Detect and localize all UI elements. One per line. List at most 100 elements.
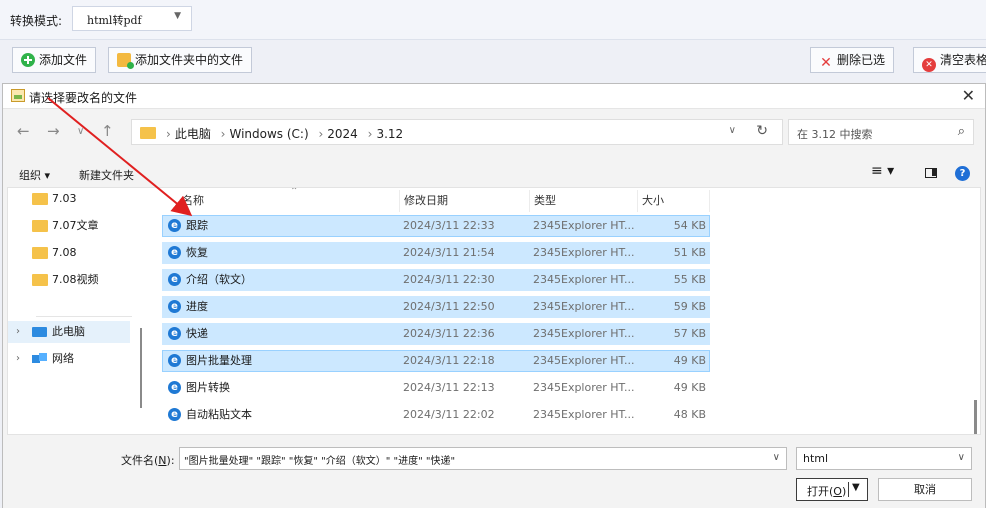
- column-header-type[interactable]: 类型: [530, 190, 638, 212]
- delete-selected-button[interactable]: ✕ 删除已选: [810, 47, 895, 73]
- tree-item-this-pc[interactable]: › 此电脑: [8, 321, 130, 343]
- file-modified: 2024/3/11 21:54: [403, 246, 495, 259]
- address-bar[interactable]: › 此电脑 › Windows (C:) › 2024 › 3.12 ∨ ↻: [131, 119, 783, 145]
- navigation-tree: 7.03 7.07文章 7.08 7.08视频 › 此电脑 › 网络: [8, 188, 146, 434]
- up-arrow-icon[interactable]: ↑: [101, 122, 114, 140]
- file-modified: 2024/3/11 22:30: [403, 273, 495, 286]
- file-row[interactable]: e 恢复 2024/3/11 21:54 2345Explorer HT... …: [162, 242, 710, 264]
- help-icon[interactable]: ?: [955, 166, 970, 181]
- toolbar: 添加文件 添加文件夹中的文件 ✕ 删除已选 ✕ 清空表格: [0, 40, 986, 80]
- organize-button[interactable]: 组织 ▾: [19, 167, 50, 183]
- delete-icon: ✕: [820, 55, 832, 71]
- file-size: 49 KB: [673, 381, 706, 394]
- tree-divider: [36, 316, 132, 317]
- html-file-icon: e: [168, 408, 181, 421]
- file-row[interactable]: e 自动粘贴文本 2024/3/11 22:02 2345Explorer HT…: [162, 404, 710, 426]
- column-header-modified[interactable]: 修改日期: [400, 190, 530, 212]
- cancel-button[interactable]: 取消: [878, 478, 972, 501]
- file-name: 跟踪: [186, 219, 208, 232]
- filetype-select[interactable]: html ∨: [796, 447, 972, 470]
- breadcrumb-3-12[interactable]: 3.12: [376, 127, 403, 141]
- column-header-name[interactable]: 名称: [162, 190, 400, 212]
- recent-chevron-icon[interactable]: ∨: [77, 126, 84, 137]
- preview-pane-icon[interactable]: [925, 168, 937, 178]
- tree-item-7-03[interactable]: 7.03: [8, 188, 130, 210]
- dialog-titlebar: 请选择要改名的文件 ✕: [3, 84, 985, 109]
- breadcrumb: › 此电脑 › Windows (C:) › 2024 › 3.12: [164, 125, 407, 142]
- file-modified: 2024/3/11 22:18: [403, 354, 495, 367]
- file-size: 55 KB: [673, 273, 706, 286]
- chevron-right-icon[interactable]: ›: [16, 348, 20, 370]
- command-bar: 组织 ▾ 新建文件夹 ≡ ▾ ?: [3, 161, 985, 187]
- file-size: 48 KB: [673, 408, 706, 421]
- filename-label-text: 文件名: [121, 454, 154, 467]
- breadcrumb-this-pc[interactable]: 此电脑: [175, 127, 211, 141]
- add-icon: [21, 53, 35, 67]
- file-type: 2345Explorer HT...: [533, 300, 635, 313]
- filename-input[interactable]: "图片批量处理" "跟踪" "恢复" "介绍（软文）" "进度" "快递" ∨: [179, 447, 787, 470]
- view-options-icon[interactable]: ≡ ▾: [871, 163, 894, 179]
- sort-up-icon: ⌃: [290, 187, 299, 197]
- file-row[interactable]: e 介绍（软文） 2024/3/11 22:30 2345Explorer HT…: [162, 269, 710, 291]
- chevron-right-icon[interactable]: ›: [16, 321, 20, 343]
- tree-item-7-07[interactable]: 7.07文章: [8, 215, 130, 237]
- file-modified: 2024/3/11 22:50: [403, 300, 495, 313]
- tree-item-7-08[interactable]: 7.08: [8, 242, 130, 264]
- html-file-icon: e: [168, 327, 181, 340]
- file-row[interactable]: e 图片转换 2024/3/11 22:13 2345Explorer HT..…: [162, 377, 710, 399]
- file-row[interactable]: e 快递 2024/3/11 22:36 2345Explorer HT... …: [162, 323, 710, 345]
- column-header-size[interactable]: 大小: [638, 190, 710, 212]
- tree-item-network[interactable]: › 网络: [8, 348, 130, 370]
- breadcrumb-drive[interactable]: Windows (C:): [229, 127, 308, 141]
- tree-item-label: 此电脑: [52, 325, 85, 338]
- clear-table-button[interactable]: ✕ 清空表格: [913, 47, 986, 73]
- new-folder-button[interactable]: 新建文件夹: [79, 167, 134, 183]
- back-arrow-icon[interactable]: ←: [17, 122, 30, 140]
- html-file-icon: e: [168, 354, 181, 367]
- address-dropdown-icon[interactable]: ∨: [729, 125, 736, 136]
- column-header-modified-label: 修改日期: [404, 194, 448, 207]
- open-button[interactable]: 打开(O) ▼: [796, 478, 868, 501]
- delete-selected-label: 删除已选: [837, 53, 886, 67]
- add-folder-files-button[interactable]: 添加文件夹中的文件: [108, 47, 253, 73]
- filename-label: 文件名(N):: [121, 454, 175, 467]
- add-file-button[interactable]: 添加文件: [12, 47, 97, 73]
- file-row[interactable]: e 跟踪 2024/3/11 22:33 2345Explorer HT... …: [162, 215, 710, 237]
- forward-arrow-icon[interactable]: →: [47, 122, 60, 140]
- tree-scrollbar[interactable]: [140, 328, 142, 408]
- column-header-type-label: 类型: [534, 194, 556, 207]
- close-icon[interactable]: ✕: [962, 86, 975, 105]
- search-placeholder: 在 3.12 中搜索: [797, 128, 873, 141]
- file-list-scrollbar[interactable]: [974, 400, 977, 434]
- breadcrumb-separator: ›: [220, 127, 226, 141]
- tree-item-label: 7.03: [52, 192, 77, 205]
- chevron-down-icon[interactable]: ∨: [773, 452, 780, 463]
- refresh-icon[interactable]: ↻: [756, 123, 768, 139]
- folder-icon: [32, 274, 48, 286]
- clear-icon: ✕: [922, 58, 936, 72]
- chevron-down-icon: ▼: [174, 11, 181, 21]
- file-type: 2345Explorer HT...: [533, 381, 635, 394]
- add-file-label: 添加文件: [39, 53, 88, 67]
- html-file-icon: e: [168, 246, 181, 259]
- file-type: 2345Explorer HT...: [533, 246, 635, 259]
- tree-item-7-08-video[interactable]: 7.08视频: [8, 269, 130, 291]
- mode-select-value: html转pdf: [87, 14, 142, 27]
- breadcrumb-separator: ›: [166, 127, 171, 141]
- file-name: 自动粘贴文本: [186, 408, 252, 421]
- search-box[interactable]: 在 3.12 中搜索 ⌕: [788, 119, 974, 145]
- open-dropdown-icon[interactable]: ▼: [852, 482, 860, 493]
- tree-item-label: 网络: [52, 352, 74, 365]
- file-size: 54 KB: [673, 219, 706, 232]
- file-name: 进度: [186, 300, 208, 313]
- file-row[interactable]: e 图片批量处理 2024/3/11 22:18 2345Explorer HT…: [162, 350, 710, 372]
- file-size: 51 KB: [673, 246, 706, 259]
- mode-select[interactable]: html转pdf ▼: [72, 6, 192, 31]
- file-row[interactable]: e 进度 2024/3/11 22:50 2345Explorer HT... …: [162, 296, 710, 318]
- breadcrumb-2024[interactable]: 2024: [327, 127, 358, 141]
- file-size: 59 KB: [673, 300, 706, 313]
- file-name: 恢复: [186, 246, 208, 259]
- html-file-icon: e: [168, 381, 181, 394]
- tree-item-label: 7.08: [52, 246, 77, 259]
- folder-icon: [140, 127, 156, 139]
